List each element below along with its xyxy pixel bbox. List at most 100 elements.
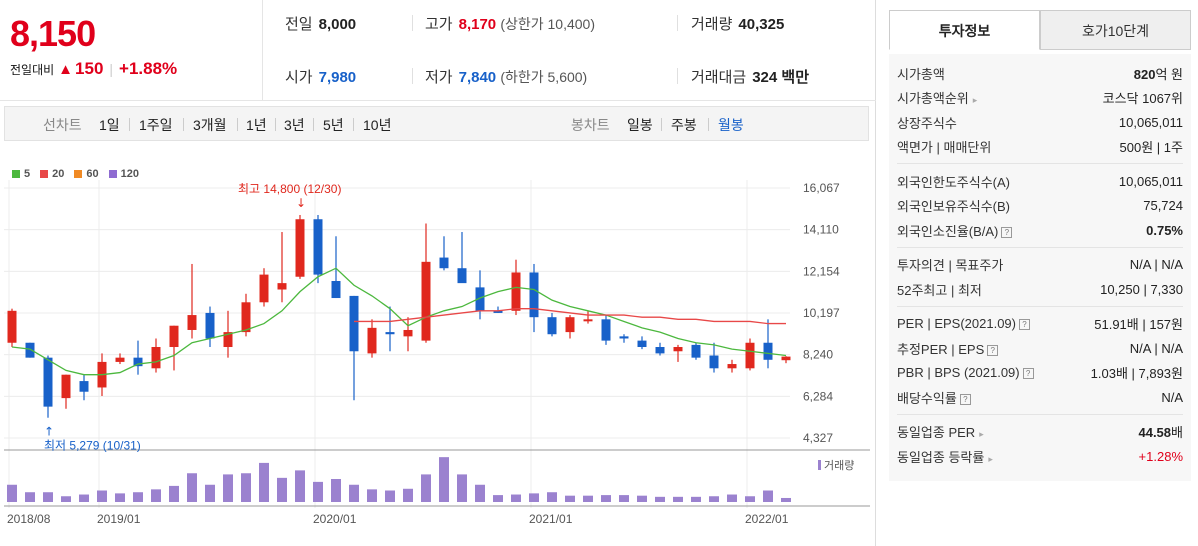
candle-body — [295, 219, 305, 277]
candle-daily[interactable]: 일봉 — [627, 115, 653, 135]
volume-bar — [241, 473, 251, 502]
candle-body — [655, 347, 665, 354]
candle-body — [547, 317, 557, 335]
info-label: 추정PER | EPS? — [897, 339, 999, 358]
help-icon[interactable]: ? — [987, 344, 999, 356]
candle-body — [331, 280, 341, 299]
info-row: 동일업종 PER ▸ 44.58배 — [897, 420, 1183, 445]
info-value: N/A | N/A — [1129, 257, 1183, 273]
info-label: 외국인소진율(B/A)? — [897, 221, 1013, 240]
info-label-text: PBR | BPS (2021.09) — [897, 365, 1020, 381]
volume-bar — [223, 474, 233, 502]
info-value-bold: 0.75% — [1146, 222, 1183, 238]
info-value-unit: 억 원 — [1155, 66, 1183, 82]
info-row: 추정PER | EPS? N/A | N/A — [897, 336, 1183, 361]
info-value: N/A — [1161, 389, 1183, 405]
stock-chart[interactable]: 16,067 14,110 12,154 10,197 8,240 6,284 4,327 2… — [0, 150, 876, 546]
candle-body — [385, 332, 395, 335]
info-value-bold: 44.58 — [1138, 425, 1172, 441]
info-label-text: 투자의견 | 목표주가 — [897, 258, 1004, 274]
info-label: 외국인한도주식수(A) — [897, 172, 1010, 191]
info-label: 투자의견 | 목표주가 — [897, 255, 1003, 274]
info-value: 44.58배 — [1138, 422, 1183, 441]
volume-bar — [133, 492, 143, 502]
volume-bar — [403, 488, 413, 502]
period-1y[interactable]: 1년 — [246, 115, 267, 135]
prev-close: 전일 8,000 — [285, 16, 357, 33]
period-10y[interactable]: 10년 — [363, 115, 391, 135]
candle-monthly[interactable]: 월봉 — [718, 115, 744, 135]
info-label-text: 52주최고 | 최저 — [897, 282, 982, 298]
volume-bar — [511, 494, 521, 502]
info-value: 10,065,011 — [1118, 173, 1183, 189]
stock-main-panel: 8,150 전일대비 ▲ 150 | +1.88% 전일 8,000 고가 8,17… — [0, 0, 876, 546]
volume-bar — [763, 490, 773, 502]
info-value: 75,724 — [1143, 198, 1183, 214]
period-3m[interactable]: 3개월 — [193, 115, 227, 135]
info-row: 동일업종 등락률 ▸ +1.28% — [897, 444, 1183, 469]
arrow-right-icon[interactable]: ▸ — [979, 429, 984, 439]
investment-info-panel: 시가총액 820억 원 시가총액순위 ▸ 코스닥 1067위 상장주식수 10,065,01… — [889, 54, 1191, 481]
candle-weekly[interactable]: 주봉 — [671, 115, 697, 135]
candle-body — [115, 357, 125, 362]
candle-body — [781, 356, 791, 361]
help-icon[interactable]: ? — [959, 393, 971, 405]
info-row: 외국인보유주식수(B) 75,724 — [897, 194, 1183, 219]
period-1w[interactable]: 1주일 — [139, 115, 173, 135]
info-value-red: +1.28% — [1138, 448, 1183, 464]
info-row: PBR | BPS (2021.09)? 1.03배 | 7,893원 — [897, 361, 1183, 386]
volume-bar — [25, 492, 35, 502]
volume-bar — [709, 496, 719, 502]
volume-bar — [205, 484, 215, 502]
x-tick-label: 2022/01 — [745, 512, 789, 526]
info-row: 액면가 | 매매단위 500원 | 1주 — [897, 135, 1183, 160]
down-arrow-icon: ↓ — [296, 196, 306, 210]
tab-investment-info[interactable]: 투자정보 — [889, 10, 1040, 50]
candle-body — [565, 317, 575, 333]
current-price-box: 8,150 전일대비 ▲ 150 | +1.88% — [0, 0, 263, 101]
volume-bar — [295, 470, 305, 502]
candle-body — [151, 347, 161, 369]
info-label: 액면가 | 매매단위 — [897, 137, 991, 156]
volume-bar — [187, 473, 197, 502]
volume-bar — [331, 479, 341, 502]
period-5y[interactable]: 5년 — [323, 115, 344, 135]
high-annotation: 최고 14,800 (12/30) — [238, 182, 341, 196]
candle-body — [277, 283, 287, 290]
help-icon[interactable]: ? — [1001, 226, 1013, 238]
volume-bar — [79, 494, 89, 502]
x-tick-label: 2018/08 — [7, 512, 51, 526]
volume-bar — [61, 496, 71, 502]
x-tick-label: 2019/01 — [97, 512, 141, 526]
info-label-text: 동일업종 등락률 — [897, 449, 985, 465]
candle-body — [511, 272, 521, 311]
period-3y[interactable]: 3년 — [284, 115, 305, 135]
tab-orderbook[interactable]: 호가10단계 — [1040, 10, 1191, 50]
info-label-text: 외국인보유주식수(B) — [897, 199, 1011, 215]
candle-body — [421, 261, 431, 341]
help-icon[interactable]: ? — [1019, 319, 1030, 331]
trade-amount: 거래대금 324 백만 — [691, 69, 809, 86]
info-row: PER | EPS(2021.09)? 51.91배 | 157원 — [897, 312, 1183, 337]
info-label-text: 외국인한도주식수(A) — [897, 174, 1011, 190]
arrow-right-icon[interactable]: ▸ — [973, 95, 978, 105]
info-label-text: 시가총액순위 — [897, 91, 969, 107]
info-value: 820억 원 — [1134, 64, 1183, 83]
volume-bar — [601, 495, 611, 502]
info-label-text: PER | EPS(2021.09) — [897, 316, 1016, 332]
volume-legend-swatch — [818, 460, 821, 470]
candle-body — [673, 347, 683, 352]
period-1d[interactable]: 1일 — [99, 115, 120, 135]
volume-bar — [475, 484, 485, 502]
arrow-right-icon[interactable]: ▸ — [988, 454, 993, 464]
candle-body — [619, 336, 629, 339]
volume-bar — [259, 462, 269, 502]
volume-bar — [97, 490, 107, 502]
info-row: 52주최고 | 최저 10,250 | 7,330 — [897, 277, 1183, 302]
volume-bar — [457, 474, 467, 502]
info-label: 시가총액순위 ▸ — [897, 88, 977, 107]
side-tabs: 투자정보 호가10단계 — [889, 10, 1191, 50]
info-row: 상장주식수 10,065,011 — [897, 110, 1183, 135]
help-icon[interactable]: ? — [1022, 368, 1034, 380]
volume-bar — [151, 489, 161, 502]
